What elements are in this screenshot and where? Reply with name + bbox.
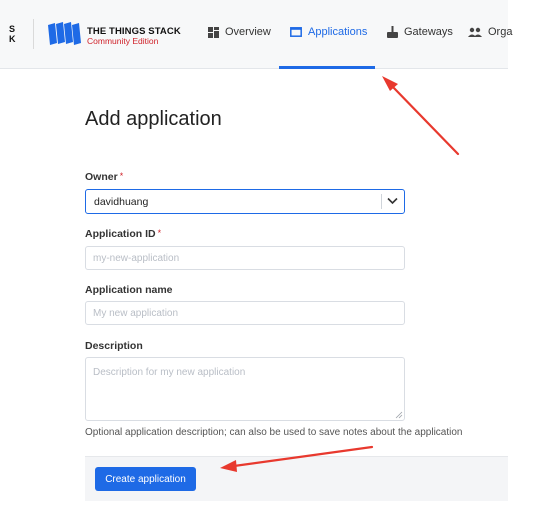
nav-item-label: Overview	[225, 26, 271, 38]
nav-item-organizations[interactable]: Orga	[468, 26, 512, 38]
application-id-input[interactable]	[85, 246, 405, 270]
nav-divider	[0, 68, 508, 69]
page-title: Add application	[85, 108, 222, 130]
nav-item-gateways[interactable]: Gateways	[387, 26, 453, 38]
window-icon	[290, 27, 302, 37]
nav-item-label: Orga	[488, 26, 513, 38]
nav-item-applications[interactable]: Applications	[290, 26, 367, 38]
sk-logo: SK	[9, 24, 16, 44]
chevron-down-icon[interactable]	[387, 197, 398, 205]
application-name-label: Application name	[85, 284, 173, 296]
nav-item-label: Gateways	[404, 26, 453, 38]
brand-subtitle: Community Edition	[87, 36, 159, 46]
gateway-icon	[387, 26, 398, 38]
owner-select-value: davidhuang	[94, 196, 149, 208]
select-divider	[381, 194, 382, 209]
description-help-text: Optional application description; can al…	[85, 427, 463, 438]
required-mark: *	[119, 171, 124, 181]
nav-item-overview[interactable]: Overview	[208, 26, 271, 38]
description-textarea[interactable]	[85, 357, 405, 421]
logo-divider	[33, 19, 34, 49]
owner-label: Owner *	[85, 171, 124, 183]
the-things-stack-logo-icon[interactable]	[46, 22, 82, 51]
required-mark: *	[157, 228, 162, 238]
annotation-arrow-applications	[382, 76, 460, 156]
active-tab-indicator	[279, 66, 375, 69]
application-id-label: Application ID *	[85, 228, 162, 240]
owner-select[interactable]: davidhuang	[85, 189, 405, 214]
description-label: Description	[85, 340, 143, 352]
people-icon	[468, 27, 482, 37]
resize-grip-icon[interactable]	[395, 411, 403, 419]
create-application-button[interactable]: Create application	[95, 467, 196, 491]
application-name-input[interactable]	[85, 301, 405, 325]
nav-item-label: Applications	[308, 26, 368, 38]
grid-icon	[208, 26, 219, 38]
